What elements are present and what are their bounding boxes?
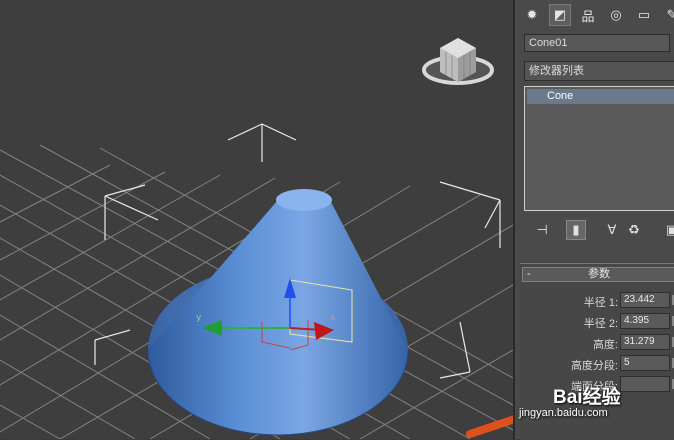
watermark-logo: Bai经验 <box>553 387 621 408</box>
modify-icon[interactable]: ◩ <box>549 4 571 26</box>
param-label: 高度: <box>592 339 618 351</box>
stack-item-cone[interactable]: Cone <box>527 89 674 104</box>
utilities-icon[interactable]: ✎ <box>661 4 674 26</box>
height-segments-input[interactable]: 5 <box>620 355 670 371</box>
create-icon[interactable]: ✹ <box>521 4 543 26</box>
viewcube[interactable] <box>422 38 494 85</box>
gizmo-y-label: y <box>196 313 202 323</box>
radius2-input[interactable]: 4.395 <box>620 313 670 329</box>
param-radius1: 半径 1: 23.442 <box>520 292 674 310</box>
display-icon[interactable]: ▭ <box>633 4 655 26</box>
gizmo-z-label: z <box>292 261 297 271</box>
configure-sets-icon[interactable]: ▣ <box>662 220 674 240</box>
param-label: 半径 2: <box>583 318 618 330</box>
watermark: Bai经验 jingyan.baidu.com <box>519 380 673 430</box>
object-name-field[interactable]: Cone01 <box>524 34 670 52</box>
modifier-list-dropdown[interactable]: 修改器列表 <box>524 61 674 81</box>
param-height-segments: 高度分段: 5 <box>520 355 674 373</box>
param-label: 高度分段: <box>570 360 618 372</box>
watermark-url: jingyan.baidu.com <box>519 407 608 419</box>
motion-icon[interactable]: ◎ <box>605 4 627 26</box>
param-height: 高度: 31.279 <box>520 334 674 352</box>
viewport-scene: z y x <box>0 38 513 439</box>
parameters-rollout-header[interactable]: - 参数 <box>522 267 674 282</box>
modifier-stack[interactable]: Cone <box>524 86 674 211</box>
remove-modifier-icon[interactable]: ♻ <box>624 220 644 240</box>
gizmo-x-label: x <box>330 313 336 323</box>
show-end-result-icon[interactable]: ▮ <box>566 220 586 240</box>
make-unique-icon[interactable]: ∀ <box>602 220 622 240</box>
stack-tools: ⊣ ▮ ∀ ♻ ▣ <box>524 218 674 242</box>
perspective-viewport[interactable]: z y x <box>0 0 513 439</box>
param-radius2: 半径 2: 4.395 <box>520 313 674 331</box>
hierarchy-icon[interactable]: 品 <box>577 4 599 26</box>
param-label: 半径 1: <box>583 297 618 309</box>
command-panel-tabs: ✹ ◩ 品 ◎ ▭ ✎ <box>519 2 674 28</box>
command-panel: ✹ ◩ 品 ◎ ▭ ✎ Cone01 修改器列表 Cone ⊣ ▮ ∀ ♻ ▣ … <box>513 0 674 440</box>
pin-stack-icon[interactable]: ⊣ <box>532 220 552 240</box>
rollout-title: 参数 <box>588 268 610 280</box>
watermark-arrow <box>466 415 513 438</box>
height-input[interactable]: 31.279 <box>620 334 670 350</box>
radius1-input[interactable]: 23.442 <box>620 292 670 308</box>
